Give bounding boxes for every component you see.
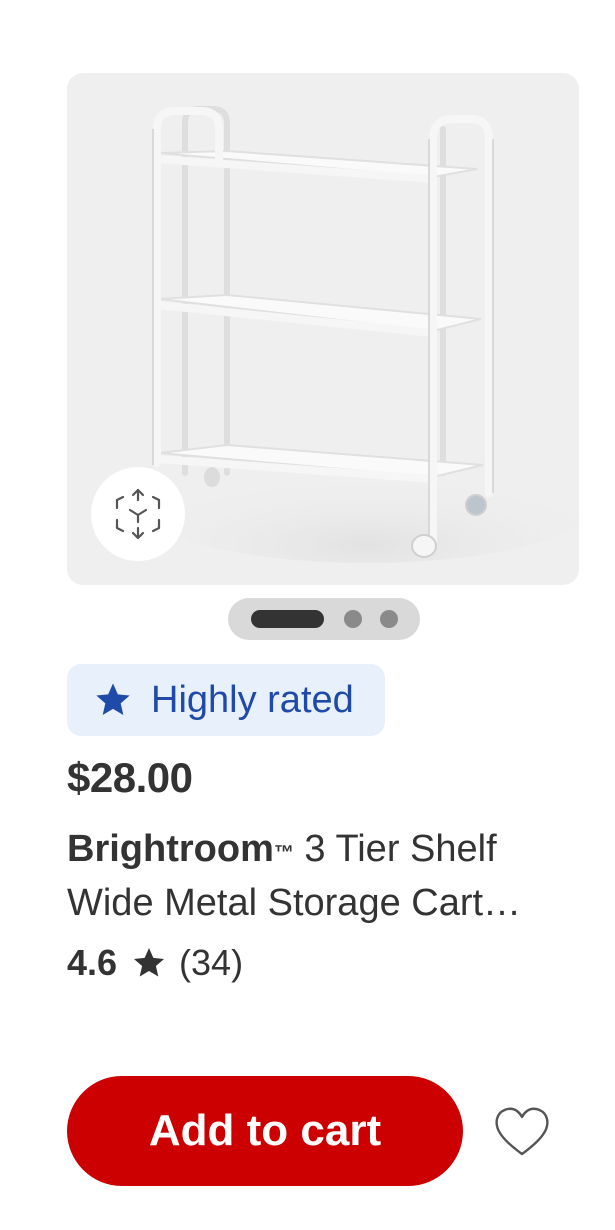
product-price: $28.00 xyxy=(67,754,193,801)
heart-outline-icon xyxy=(495,1107,549,1156)
3d-cube-icon xyxy=(115,488,161,540)
product-image-card[interactable] xyxy=(67,73,579,585)
carousel-pagination[interactable] xyxy=(228,598,420,640)
brand-name: Brightroom xyxy=(67,828,274,870)
star-icon xyxy=(96,683,130,715)
badge-label: Highly rated xyxy=(151,678,354,721)
rating-value: 4.6 xyxy=(67,942,118,983)
carousel-dot-active[interactable] xyxy=(251,610,324,628)
title-line-2: Wide Metal Storage Cart… xyxy=(67,882,522,924)
highly-rated-badge: Highly rated xyxy=(67,664,385,736)
title-line-1: 3 Tier Shelf xyxy=(293,828,497,870)
carousel-dot[interactable] xyxy=(344,610,362,628)
review-count: (34) xyxy=(179,942,244,983)
carousel-dot[interactable] xyxy=(380,610,398,628)
trademark-symbol: ™ xyxy=(273,842,294,864)
star-icon xyxy=(134,948,165,977)
product-title[interactable]: Brightroom™ 3 Tier Shelf Wide Metal Stor… xyxy=(67,824,579,928)
rating-row[interactable]: 4.6 (34) xyxy=(67,940,243,986)
view-3d-button[interactable] xyxy=(91,467,185,561)
favorite-button[interactable] xyxy=(492,1104,552,1160)
add-to-cart-button[interactable]: Add to cart xyxy=(67,1076,463,1186)
